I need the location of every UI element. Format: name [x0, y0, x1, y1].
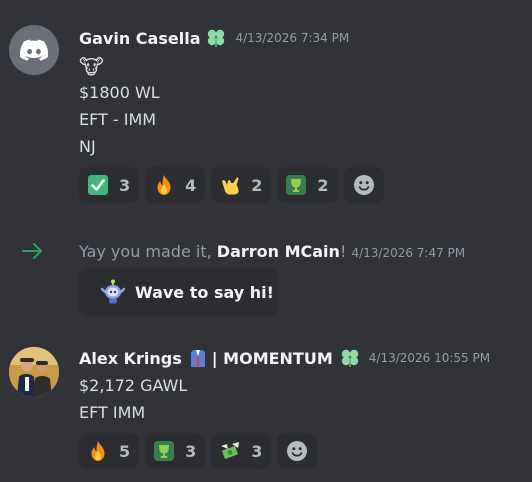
author-name[interactable]: Gavin Casella — [79, 29, 200, 48]
money-wings-icon — [219, 440, 241, 462]
message-line: $1800 WL — [79, 83, 160, 102]
join-suffix: ! — [339, 242, 347, 261]
message-line-emoji: 🐮 — [79, 55, 104, 79]
wave-sticker-icon — [101, 279, 125, 304]
reaction-money-wings[interactable]: 3 — [211, 433, 272, 469]
message-line: EFT - IMM — [79, 110, 157, 129]
reaction-call-me[interactable]: 2 — [211, 167, 272, 203]
user-photo-avatar — [9, 347, 59, 397]
join-arrow-icon — [22, 243, 42, 259]
message-header: Alex Krings | MOMENTUM 4/13/2026 10:55 P… — [79, 348, 490, 368]
trophy-icon — [153, 440, 175, 462]
reaction-count: 4 — [185, 175, 197, 195]
clover-role-icon — [339, 348, 361, 368]
avatar[interactable] — [9, 347, 59, 397]
add-reaction-button[interactable] — [343, 167, 384, 203]
reaction-check[interactable]: 3 — [79, 167, 140, 203]
reaction-fire[interactable]: 5 — [79, 433, 140, 469]
reactions-bar: 5 3 3 — [79, 433, 318, 469]
join-prefix: Yay you made it, — [79, 242, 217, 261]
reaction-trophy[interactable]: 3 — [145, 433, 206, 469]
check-mark-icon — [87, 174, 109, 196]
timestamp: 4/13/2026 7:47 PM — [351, 246, 466, 260]
author-tag: | MOMENTUM — [211, 348, 333, 368]
reaction-count: 3 — [251, 441, 263, 461]
author-name[interactable]: Alex Krings — [79, 349, 182, 368]
reaction-fire[interactable]: 4 — [145, 167, 206, 203]
smiley-icon — [353, 175, 374, 195]
suit-role-icon — [188, 348, 208, 368]
reactions-bar: 3 4 2 2 — [79, 167, 384, 203]
wave-button-label: Wave to say hi! — [135, 282, 274, 302]
reaction-count: 5 — [119, 441, 131, 461]
join-user-name[interactable]: Darron MCain — [217, 242, 340, 261]
reaction-count: 3 — [119, 175, 131, 195]
timestamp: 4/13/2026 10:55 PM — [368, 351, 491, 365]
call-me-hand-icon — [219, 174, 241, 196]
reaction-count: 3 — [185, 441, 197, 461]
add-reaction-button[interactable] — [277, 433, 318, 469]
reaction-trophy[interactable]: 2 — [277, 167, 338, 203]
join-message: Yay you made it, Darron MCain! 4/13/2026… — [79, 242, 465, 261]
wave-to-say-hi-button[interactable]: Wave to say hi! — [79, 268, 278, 316]
message-header: Gavin Casella 4/13/2026 7:34 PM — [79, 28, 349, 48]
clover-role-icon — [205, 28, 227, 48]
message-line: $2,172 GAWL — [79, 376, 188, 395]
message-line: EFT IMM — [79, 403, 146, 422]
reaction-count: 2 — [317, 175, 329, 195]
avatar[interactable] — [9, 25, 59, 75]
timestamp: 4/13/2026 7:34 PM — [235, 31, 350, 45]
message-line: NJ — [79, 137, 96, 156]
reaction-count: 2 — [251, 175, 263, 195]
trophy-icon — [285, 174, 307, 196]
fire-icon — [87, 440, 109, 462]
discord-logo-icon — [19, 39, 49, 61]
fire-icon — [153, 174, 175, 196]
smiley-icon — [287, 441, 308, 461]
